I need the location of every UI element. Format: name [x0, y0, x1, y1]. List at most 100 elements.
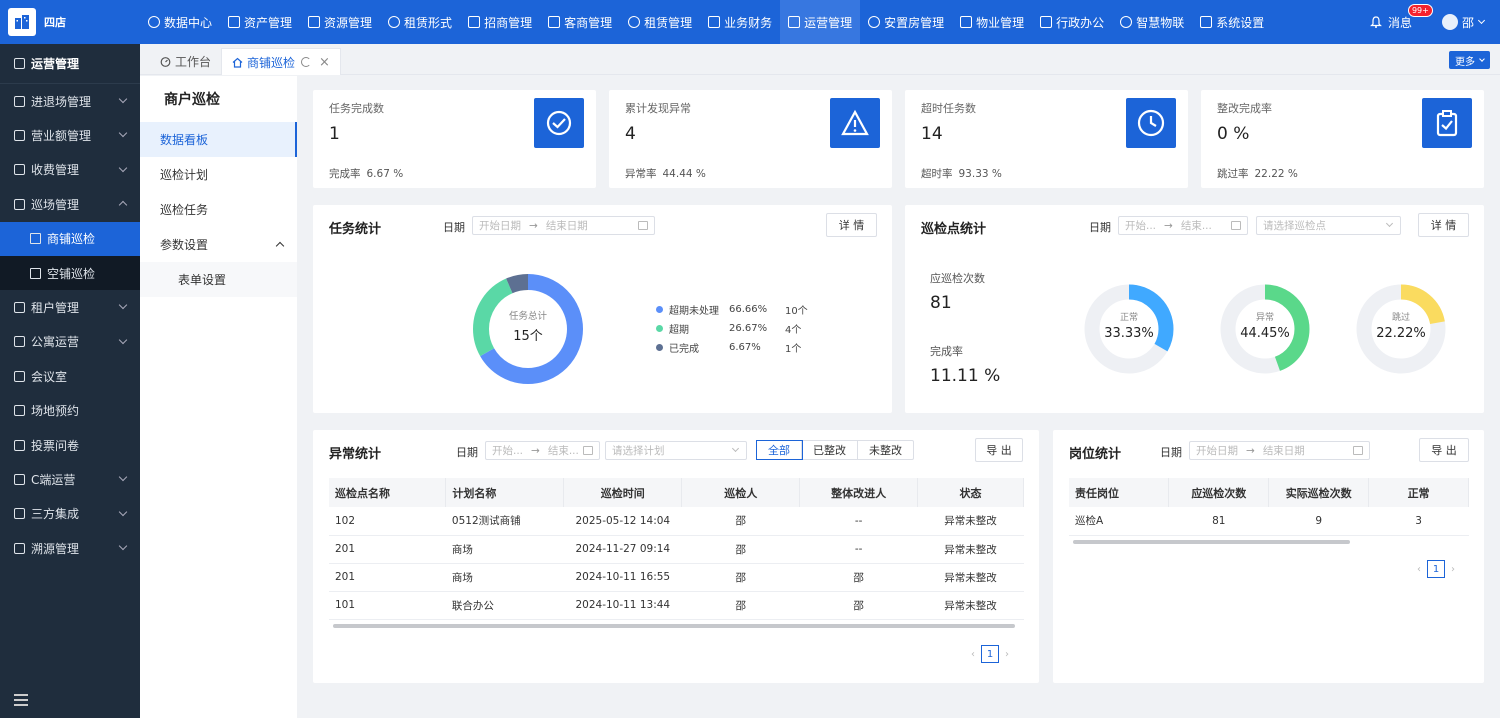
column-header[interactable]: 整体改进人	[799, 478, 919, 507]
sidebar-item-8[interactable]: 会议室	[0, 359, 140, 393]
next-page-icon[interactable]: ›	[1451, 564, 1455, 575]
sidebar-item-11[interactable]: C端运营	[0, 462, 140, 496]
table-row[interactable]: 201 商场 2024-10-11 16:55 邵邵异常未整改	[329, 563, 1024, 592]
column-header[interactable]: 责任岗位	[1069, 478, 1170, 507]
topnav-item-3[interactable]: 租赁形式	[380, 0, 460, 44]
topnav-item-1[interactable]: 资产管理	[220, 0, 300, 44]
sidebar-item-10[interactable]: 投票问卷	[0, 428, 140, 462]
table-cell: --	[799, 507, 918, 536]
column-header[interactable]: 实际巡检次数	[1268, 478, 1370, 507]
mini-donut-category: 正常	[1119, 313, 1138, 323]
tab-bar: 工作台 商铺巡检 × 更多	[140, 44, 1500, 75]
app-root: 四店 数据中心 资产管理 资源管理 租赁形式 招商管理 客商管理 租赁管理 业务财务 运营管理安…	[0, 0, 1500, 718]
sidebar-item-3[interactable]: 巡场管理	[0, 187, 140, 221]
sidebar-item-5[interactable]: 空铺巡检	[0, 255, 140, 291]
chevron-down-icon	[118, 473, 128, 482]
table-row[interactable]: 101 联合办公 2024-10-11 13:44 邵邵异常未整改	[329, 591, 1024, 620]
table-row[interactable]: 102 0512测试商铺 2025-05-12 14:04 邵 -- 异常未整改	[329, 507, 1024, 536]
kpi-foot-value: 6.67 %	[366, 168, 404, 180]
sidebar-item-7[interactable]: 公寓运营	[0, 325, 140, 359]
task-detail-button[interactable]: 详 情	[826, 213, 877, 237]
top-bar: 四店 数据中心 资产管理 资源管理 租赁形式 招商管理 客商管理 租赁管理 业务财务 运营管理 安…	[0, 0, 1500, 44]
task-date-range-input[interactable]: 开始日期 → 结束日期	[472, 216, 655, 235]
tab-workbench[interactable]: 工作台	[150, 48, 221, 75]
chevron-down-icon	[118, 301, 128, 310]
prev-page-icon[interactable]: ‹	[1417, 564, 1421, 575]
close-icon[interactable]: ×	[319, 55, 330, 70]
menu-icon	[14, 130, 25, 142]
table-cell: 邵	[799, 591, 918, 620]
point-detail-button[interactable]: 详 情	[1418, 213, 1469, 237]
topnav-item-9[interactable]: 安置房管理	[860, 0, 952, 44]
messages-button[interactable]: 消息 99+	[1370, 3, 1433, 31]
topnav-item-7[interactable]: 业务财务	[700, 0, 780, 44]
table-cell: 9	[1268, 507, 1369, 536]
sidebar-item-0[interactable]: 进退场管理	[0, 84, 140, 118]
topnav-item-10[interactable]: 物业管理	[952, 0, 1032, 44]
topnav-item-8[interactable]: 运营管理	[780, 0, 861, 44]
sidebar-item-1[interactable]: 营业额管理	[0, 118, 140, 152]
column-header[interactable]: 巡检时间	[563, 478, 683, 507]
column-header[interactable]: 巡检点名称	[329, 478, 447, 507]
column-header[interactable]: 状态	[917, 478, 1024, 507]
topnav-item-11[interactable]: 行政办公	[1032, 0, 1112, 44]
kpi-foot: 完成率 6.67 %	[329, 166, 403, 181]
sidebar-item-6[interactable]: 租户管理	[0, 290, 140, 324]
filter-2[interactable]: 未整改	[858, 441, 913, 459]
page-number[interactable]: 1	[981, 645, 999, 663]
subnav-item-3[interactable]: 参数设置	[140, 227, 297, 262]
column-header[interactable]: 巡检人	[681, 478, 801, 507]
abnormal-export-button[interactable]: 导 出	[975, 438, 1023, 462]
sidebar-item-label: 投票问卷	[31, 438, 80, 453]
column-header[interactable]: 正常	[1368, 478, 1469, 507]
logo[interactable]: 四店	[0, 0, 140, 44]
topnav-item-4[interactable]: 招商管理	[460, 0, 540, 44]
post-export-button[interactable]: 导 出	[1419, 438, 1469, 462]
column-header[interactable]: 计划名称	[445, 478, 565, 507]
abnormal-date-range-input[interactable]: 开始... → 结束...	[485, 441, 600, 460]
subnav-item-0[interactable]: 数据看板	[140, 122, 297, 157]
sidebar-item-9[interactable]: 场地预约	[0, 394, 140, 428]
table-row[interactable]: 巡检A 81 9 3	[1069, 507, 1469, 536]
topnav-item-12[interactable]: 智慧物联	[1112, 0, 1192, 44]
menu-icon	[14, 164, 25, 176]
topnav-label: 资产管理	[244, 15, 293, 30]
topnav-item-2[interactable]: 资源管理	[300, 0, 380, 44]
start-date-placeholder: 开始日期	[1196, 445, 1238, 457]
topnav-item-0[interactable]: 数据中心	[140, 0, 220, 44]
subnav-item-1[interactable]: 巡检计划	[140, 157, 297, 192]
topnav-item-5[interactable]: 客商管理	[540, 0, 620, 44]
mini-donut-1: 异常 44.45%	[1219, 283, 1311, 375]
subnav-item-4[interactable]: 表单设置	[140, 262, 297, 297]
more-tabs-button[interactable]: 更多	[1449, 51, 1490, 69]
filter-0[interactable]: 全部	[756, 440, 803, 460]
column-header[interactable]: 应巡检次数	[1168, 478, 1270, 507]
sub-sidebar: 商户巡检 数据看板 巡检计划 巡检任务 参数设置 表单设置	[140, 76, 297, 718]
sidebar-item-label: 进退场管理	[31, 94, 92, 109]
table-row[interactable]: 201 商场 2024-11-27 09:14 邵 -- 异常未整改	[329, 535, 1024, 564]
sidebar-header[interactable]: 运营管理	[0, 44, 140, 84]
sidebar-item-4[interactable]: 商铺巡检	[0, 221, 140, 256]
filter-1[interactable]: 已整改	[802, 441, 858, 459]
sidebar-item-label: 溯源管理	[31, 541, 80, 556]
sidebar-item-13[interactable]: 溯源管理	[0, 531, 140, 565]
plan-select[interactable]: 请选择计划	[605, 441, 747, 460]
refresh-icon[interactable]	[301, 57, 312, 67]
inspection-point-select[interactable]: 请选择巡检点	[1256, 216, 1401, 235]
user-menu[interactable]: 邵	[1441, 14, 1486, 31]
post-date-range-input[interactable]: 开始日期 → 结束日期	[1189, 441, 1370, 460]
prev-page-icon[interactable]: ‹	[971, 649, 975, 660]
collapse-menu-icon[interactable]	[14, 694, 28, 706]
tab-shop-inspection[interactable]: 商铺巡检 ×	[221, 48, 341, 75]
next-page-icon[interactable]: ›	[1005, 649, 1009, 660]
page-number[interactable]: 1	[1427, 560, 1445, 578]
arrow-right-icon: →	[1246, 444, 1255, 457]
sidebar-item-2[interactable]: 收费管理	[0, 153, 140, 187]
subnav-item-2[interactable]: 巡检任务	[140, 192, 297, 227]
sidebar-item-12[interactable]: 三方集成	[0, 497, 140, 531]
point-date-range-input[interactable]: 开始... → 结束...	[1118, 216, 1248, 235]
table-scrollbar[interactable]	[333, 624, 1015, 628]
table-scrollbar[interactable]	[1073, 540, 1350, 544]
topnav-item-13[interactable]: 系统设置	[1192, 0, 1272, 44]
topnav-item-6[interactable]: 租赁管理	[620, 0, 700, 44]
